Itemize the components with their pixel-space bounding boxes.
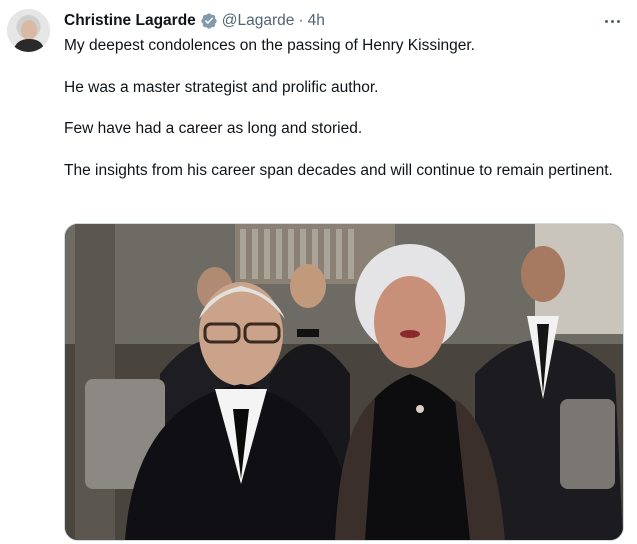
author-name[interactable]: Christine Lagarde — [64, 11, 196, 31]
tweet-paragraph: He was a master strategist and prolific … — [64, 78, 379, 96]
tweet-timestamp[interactable]: 4h — [308, 11, 325, 31]
header-separator: · — [298, 12, 304, 29]
more-options-icon[interactable] — [602, 12, 622, 30]
tweet-header: Christine Lagarde @Lagarde · 4h — [64, 11, 325, 31]
verified-badge-icon[interactable] — [200, 12, 218, 30]
event-photo — [65, 224, 623, 540]
tweet-paragraph: My deepest condolences on the passing of… — [64, 37, 475, 54]
author-avatar[interactable] — [7, 9, 50, 52]
avatar-photo — [7, 9, 50, 52]
author-handle[interactable]: @Lagarde — [222, 11, 295, 31]
tweet-paragraph: Few have had a career as long and storie… — [64, 120, 363, 137]
tweet-photo[interactable] — [64, 223, 624, 541]
tweet-text: My deepest condolences on the passing of… — [64, 36, 619, 181]
tweet-paragraph: The insights from his career span decade… — [64, 161, 613, 179]
